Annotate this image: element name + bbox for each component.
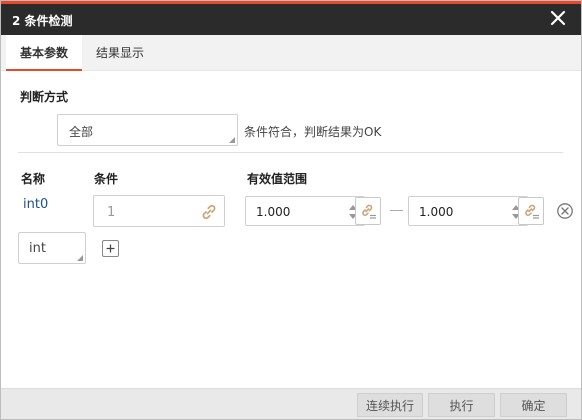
range-max-bind-button[interactable]: [518, 197, 544, 225]
close-icon[interactable]: [549, 9, 567, 27]
tab-result-display[interactable]: 结果显示: [87, 35, 153, 71]
link-icon[interactable]: [200, 203, 218, 221]
dropdown-corner-icon: [77, 255, 83, 261]
column-header-condition: 条件: [94, 172, 119, 186]
variable-type-value: int: [29, 241, 46, 256]
variable-type-select[interactable]: int: [18, 232, 86, 264]
variable-name: int0: [23, 197, 49, 212]
range-min-value: 1.000: [256, 205, 291, 219]
dialog-footer: 连续执行 执行 确定: [1, 388, 581, 419]
judge-mode-label: 判断方式: [20, 90, 69, 104]
column-header-name: 名称: [21, 172, 46, 186]
dialog-title: 2 条件检测: [12, 14, 73, 28]
range-separator: [390, 210, 403, 211]
continuous-run-button[interactable]: 连续执行: [357, 393, 423, 417]
range-min-bind-button[interactable]: [355, 197, 381, 225]
judge-mode-value: 全部: [69, 125, 94, 139]
range-min-input[interactable]: 1.000: [245, 196, 365, 226]
condition-detect-dialog: 2 条件检测 基本参数 结果显示 判断方式 全部 条件符合，判断结果为OK 名称…: [0, 0, 582, 420]
range-max-value: 1.000: [419, 205, 454, 219]
title-bar: 2 条件检测: [1, 4, 581, 35]
condition-input[interactable]: 1: [93, 195, 225, 227]
judge-mode-select[interactable]: 全部: [57, 114, 238, 146]
run-button[interactable]: 执行: [428, 393, 495, 417]
plus-icon[interactable]: [102, 240, 119, 257]
remove-circle-icon[interactable]: [556, 202, 574, 220]
tab-bar: 基本参数 结果显示: [1, 35, 581, 71]
judge-hint-text: 条件符合，判断结果为OK: [244, 125, 382, 139]
column-header-range: 有效值范围: [247, 172, 308, 186]
range-max-input[interactable]: 1.000: [408, 196, 528, 226]
dropdown-corner-icon: [229, 137, 235, 143]
confirm-button[interactable]: 确定: [500, 393, 567, 417]
tab-basic-params[interactable]: 基本参数: [6, 35, 82, 71]
link-settings-icon: [525, 204, 539, 219]
section-divider: [18, 152, 563, 153]
condition-value: 1: [107, 205, 116, 220]
link-settings-icon: [362, 204, 376, 219]
